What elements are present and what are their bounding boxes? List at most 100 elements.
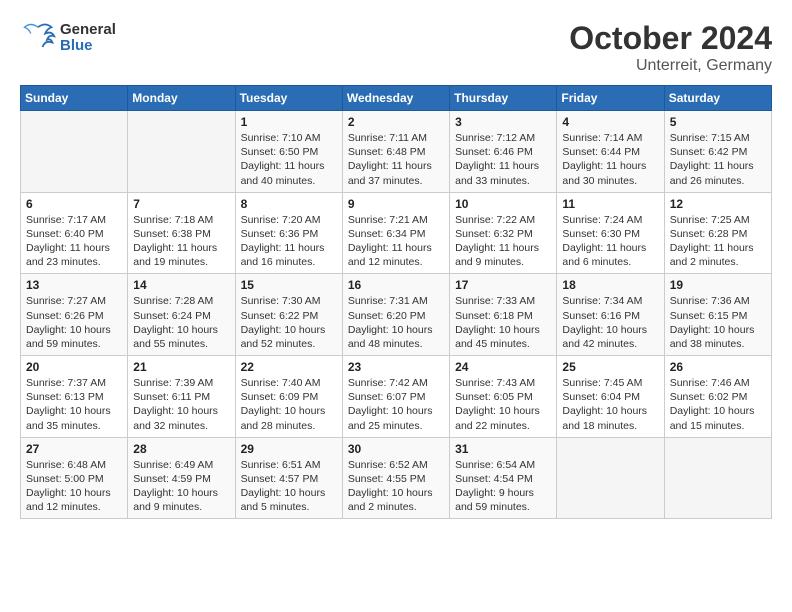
calendar-cell: 19 Sunrise: 7:36 AMSunset: 6:15 PMDayligh… — [664, 274, 771, 356]
calendar-cell — [128, 111, 235, 193]
day-info: Sunrise: 7:40 AMSunset: 6:09 PMDaylight:… — [241, 376, 337, 433]
day-info: Sunrise: 7:39 AMSunset: 6:11 PMDaylight:… — [133, 376, 229, 433]
day-header-thursday: Thursday — [450, 86, 557, 111]
day-info: Sunrise: 6:49 AMSunset: 4:59 PMDaylight:… — [133, 458, 229, 515]
header: General Blue October 2024 Unterreit, Ger… — [20, 20, 772, 75]
day-info: Sunrise: 6:52 AMSunset: 4:55 PMDaylight:… — [348, 458, 444, 515]
day-header-sunday: Sunday — [21, 86, 128, 111]
calendar-header-row: SundayMondayTuesdayWednesdayThursdayFrid… — [21, 86, 772, 111]
calendar-cell: 17 Sunrise: 7:33 AMSunset: 6:18 PMDayligh… — [450, 274, 557, 356]
calendar-cell: 8 Sunrise: 7:20 AMSunset: 6:36 PMDaylight… — [235, 192, 342, 274]
day-info: Sunrise: 7:24 AMSunset: 6:30 PMDaylight:… — [562, 213, 658, 270]
day-header-friday: Friday — [557, 86, 664, 111]
day-info: Sunrise: 7:30 AMSunset: 6:22 PMDaylight:… — [241, 294, 337, 351]
day-info: Sunrise: 7:10 AMSunset: 6:50 PMDaylight:… — [241, 131, 337, 188]
day-number: 16 — [348, 278, 444, 292]
day-number: 12 — [670, 197, 766, 211]
day-number: 26 — [670, 360, 766, 374]
day-info: Sunrise: 7:11 AMSunset: 6:48 PMDaylight:… — [348, 131, 444, 188]
day-number: 6 — [26, 197, 122, 211]
calendar-cell: 18 Sunrise: 7:34 AMSunset: 6:16 PMDayligh… — [557, 274, 664, 356]
logo-text: General Blue — [60, 22, 116, 55]
calendar-cell: 25 Sunrise: 7:45 AMSunset: 6:04 PMDayligh… — [557, 356, 664, 438]
calendar-cell: 22 Sunrise: 7:40 AMSunset: 6:09 PMDayligh… — [235, 356, 342, 438]
day-number: 15 — [241, 278, 337, 292]
calendar-cell: 4Sunrise: 7:14 AMSunset: 6:44 PMDaylight… — [557, 111, 664, 193]
day-number: 22 — [241, 360, 337, 374]
day-number: 11 — [562, 197, 658, 211]
day-number: 18 — [562, 278, 658, 292]
day-header-monday: Monday — [128, 86, 235, 111]
day-info: Sunrise: 7:31 AMSunset: 6:20 PMDaylight:… — [348, 294, 444, 351]
day-info: Sunrise: 7:22 AMSunset: 6:32 PMDaylight:… — [455, 213, 551, 270]
day-number: 24 — [455, 360, 551, 374]
day-number: 3 — [455, 115, 551, 129]
day-header-saturday: Saturday — [664, 86, 771, 111]
calendar-cell: 7Sunrise: 7:18 AMSunset: 6:38 PMDaylight… — [128, 192, 235, 274]
calendar-cell: 1Sunrise: 7:10 AMSunset: 6:50 PMDaylight… — [235, 111, 342, 193]
calendar-cell — [21, 111, 128, 193]
day-number: 30 — [348, 442, 444, 456]
calendar-cell: 3Sunrise: 7:12 AMSunset: 6:46 PMDaylight… — [450, 111, 557, 193]
calendar-week-4: 20 Sunrise: 7:37 AMSunset: 6:13 PMDayligh… — [21, 356, 772, 438]
day-number: 19 — [670, 278, 766, 292]
day-info: Sunrise: 7:33 AMSunset: 6:18 PMDaylight:… — [455, 294, 551, 351]
calendar-cell — [557, 437, 664, 519]
day-info: Sunrise: 6:54 AMSunset: 4:54 PMDaylight:… — [455, 458, 551, 515]
day-number: 2 — [348, 115, 444, 129]
day-info: Sunrise: 7:43 AMSunset: 6:05 PMDaylight:… — [455, 376, 551, 433]
day-number: 4 — [562, 115, 658, 129]
calendar-week-2: 6 Sunrise: 7:17 AMSunset: 6:40 PMDaylight… — [21, 192, 772, 274]
calendar-cell: 24 Sunrise: 7:43 AMSunset: 6:05 PMDayligh… — [450, 356, 557, 438]
calendar-cell: 26 Sunrise: 7:46 AMSunset: 6:02 PMDayligh… — [664, 356, 771, 438]
day-number: 8 — [241, 197, 337, 211]
logo: General Blue — [20, 20, 116, 56]
calendar-cell: 28 Sunrise: 6:49 AMSunset: 4:59 PMDayligh… — [128, 437, 235, 519]
calendar-cell: 14Sunrise: 7:28 AMSunset: 6:24 PMDayligh… — [128, 274, 235, 356]
day-number: 13 — [26, 278, 122, 292]
day-info: Sunrise: 7:21 AMSunset: 6:34 PMDaylight:… — [348, 213, 444, 270]
calendar-cell: 30 Sunrise: 6:52 AMSunset: 4:55 PMDayligh… — [342, 437, 449, 519]
day-info: Sunrise: 7:45 AMSunset: 6:04 PMDaylight:… — [562, 376, 658, 433]
title-section: October 2024 Unterreit, Germany — [569, 20, 772, 75]
location-title: Unterreit, Germany — [569, 57, 772, 75]
calendar-cell: 12Sunrise: 7:25 AMSunset: 6:28 PMDayligh… — [664, 192, 771, 274]
calendar-cell: 10Sunrise: 7:22 AMSunset: 6:32 PMDayligh… — [450, 192, 557, 274]
day-number: 31 — [455, 442, 551, 456]
day-info: Sunrise: 7:37 AMSunset: 6:13 PMDaylight:… — [26, 376, 122, 433]
day-number: 5 — [670, 115, 766, 129]
day-number: 20 — [26, 360, 122, 374]
logo-general: General — [60, 22, 116, 39]
day-number: 28 — [133, 442, 229, 456]
month-title: October 2024 — [569, 20, 772, 57]
calendar-cell: 16 Sunrise: 7:31 AMSunset: 6:20 PMDayligh… — [342, 274, 449, 356]
calendar-cell: 13 Sunrise: 7:27 AMSunset: 6:26 PMDayligh… — [21, 274, 128, 356]
calendar-cell: 5 Sunrise: 7:15 AMSunset: 6:42 PMDaylight… — [664, 111, 771, 193]
calendar-cell: 9 Sunrise: 7:21 AMSunset: 6:34 PMDaylight… — [342, 192, 449, 274]
calendar-week-3: 13 Sunrise: 7:27 AMSunset: 6:26 PMDayligh… — [21, 274, 772, 356]
calendar-cell: 23Sunrise: 7:42 AMSunset: 6:07 PMDayligh… — [342, 356, 449, 438]
day-number: 9 — [348, 197, 444, 211]
day-info: Sunrise: 7:36 AMSunset: 6:15 PMDaylight:… — [670, 294, 766, 351]
day-info: Sunrise: 6:51 AMSunset: 4:57 PMDaylight:… — [241, 458, 337, 515]
day-info: Sunrise: 7:15 AMSunset: 6:42 PMDaylight:… — [670, 131, 766, 188]
day-number: 17 — [455, 278, 551, 292]
calendar-week-1: 1Sunrise: 7:10 AMSunset: 6:50 PMDaylight… — [21, 111, 772, 193]
calendar-cell: 11 Sunrise: 7:24 AMSunset: 6:30 PMDayligh… — [557, 192, 664, 274]
day-info: Sunrise: 7:34 AMSunset: 6:16 PMDaylight:… — [562, 294, 658, 351]
calendar-cell: 6 Sunrise: 7:17 AMSunset: 6:40 PMDaylight… — [21, 192, 128, 274]
day-info: Sunrise: 7:18 AMSunset: 6:38 PMDaylight:… — [133, 213, 229, 270]
day-info: Sunrise: 7:46 AMSunset: 6:02 PMDaylight:… — [670, 376, 766, 433]
day-number: 21 — [133, 360, 229, 374]
calendar-cell: 20 Sunrise: 7:37 AMSunset: 6:13 PMDayligh… — [21, 356, 128, 438]
calendar-cell: 15 Sunrise: 7:30 AMSunset: 6:22 PMDayligh… — [235, 274, 342, 356]
day-number: 27 — [26, 442, 122, 456]
day-info: Sunrise: 7:17 AMSunset: 6:40 PMDaylight:… — [26, 213, 122, 270]
day-info: Sunrise: 7:20 AMSunset: 6:36 PMDaylight:… — [241, 213, 337, 270]
calendar-cell: 27Sunrise: 6:48 AMSunset: 5:00 PMDayligh… — [21, 437, 128, 519]
day-number: 25 — [562, 360, 658, 374]
calendar-cell: 29Sunrise: 6:51 AMSunset: 4:57 PMDayligh… — [235, 437, 342, 519]
day-info: Sunrise: 7:27 AMSunset: 6:26 PMDaylight:… — [26, 294, 122, 351]
calendar-week-5: 27Sunrise: 6:48 AMSunset: 5:00 PMDayligh… — [21, 437, 772, 519]
calendar-cell: 31 Sunrise: 6:54 AMSunset: 4:54 PMDayligh… — [450, 437, 557, 519]
